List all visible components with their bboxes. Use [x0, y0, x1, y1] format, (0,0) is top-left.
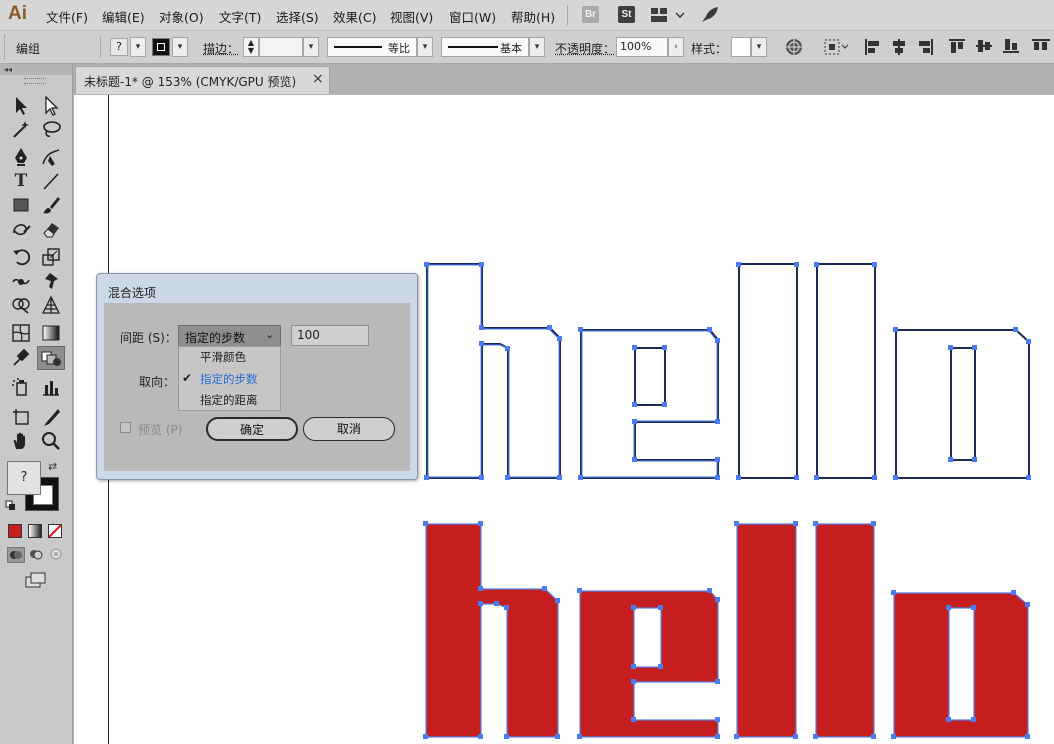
letter-l1-fill [736, 523, 797, 738]
hello-outline-highlight [427, 264, 718, 478]
spacing-label: 间距 (S)： [120, 331, 177, 345]
letter-o-outline [895, 329, 1030, 479]
option-specified-steps[interactable]: 指定的步数 [178, 369, 281, 390]
letter-o-fill [893, 592, 1029, 738]
spacing-steps-input[interactable]: 100 [291, 325, 369, 346]
chevron-down-icon: ⌄ [265, 328, 275, 341]
preview-checkbox[interactable] [120, 422, 131, 433]
preview-label: 预览 (P) [138, 423, 183, 437]
spacing-select[interactable]: 指定的步数 ⌄ [178, 325, 281, 347]
letter-e-outline [580, 329, 719, 479]
letter-l2-outline [816, 263, 876, 479]
letter-h-fill [425, 523, 559, 738]
letter-e-fill [579, 590, 719, 738]
hello-outline-group [426, 263, 1030, 479]
ok-button[interactable]: 确定 [206, 417, 298, 441]
letter-l1-outline [738, 263, 798, 479]
orientation-label: 取向： [139, 375, 176, 389]
checkmark-icon: ✔ [182, 371, 193, 385]
option-specified-distance[interactable]: 指定的距离 [178, 390, 281, 411]
letter-l2-fill [815, 523, 875, 738]
option-smooth-color[interactable]: 平滑颜色 [178, 347, 281, 368]
hello-fill-group [425, 523, 1029, 738]
letter-h-outline [426, 263, 561, 479]
cancel-button[interactable]: 取消 [303, 417, 395, 441]
spacing-select-value: 指定的步数 [185, 331, 246, 345]
dialog-title: 混合选项 [108, 286, 157, 300]
